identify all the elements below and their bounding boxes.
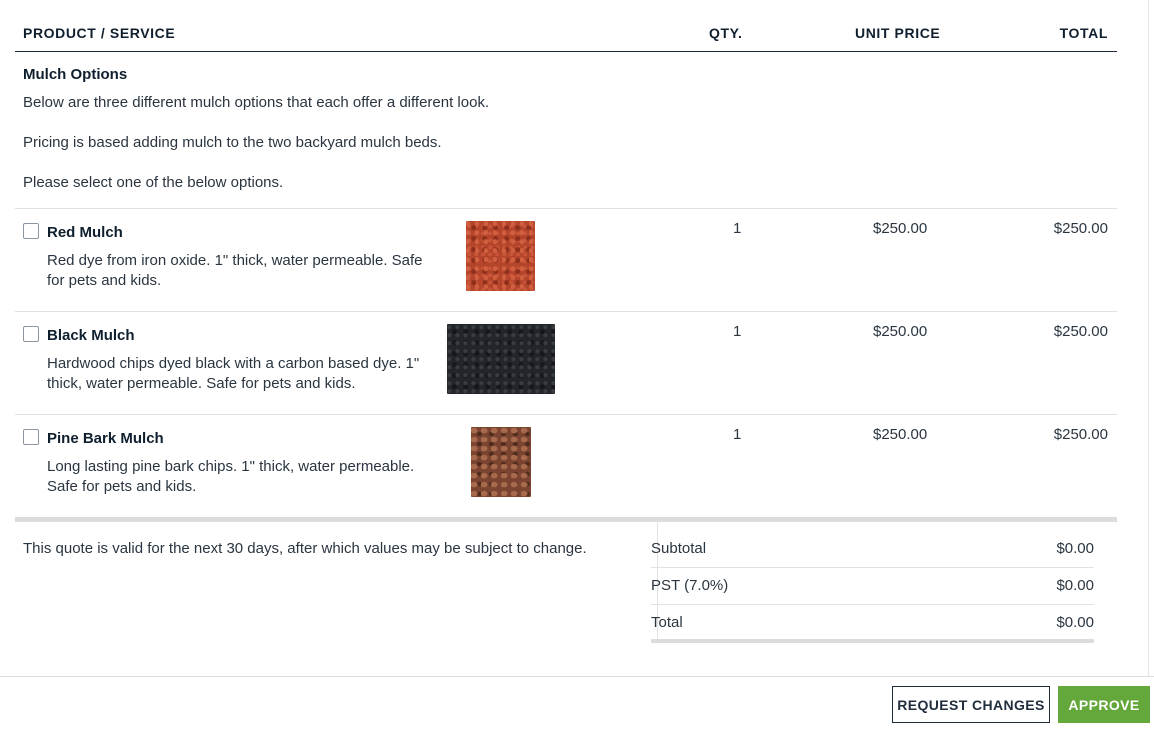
section-text: Below are three different mulch options …	[23, 94, 490, 111]
quote-page: PRODUCT / SERVICE QTY. UNIT PRICE TOTAL …	[0, 0, 1154, 730]
item-description: Long lasting pine bark chips. 1" thick, …	[47, 458, 415, 495]
red-mulch-image	[466, 221, 535, 291]
section-text: Pricing is based adding mulch to the two…	[23, 134, 442, 151]
item-total: $250.00	[1053, 220, 1108, 237]
item-qty: 1	[733, 323, 742, 340]
item-total: $250.00	[1053, 426, 1108, 443]
line-item-red-mulch: Red Mulch Red dye from iron oxide. 1" th…	[15, 208, 1117, 311]
header-unit-price: UNIT PRICE	[855, 25, 941, 41]
header-qty: QTY.	[709, 25, 743, 41]
section-title: Mulch Options	[23, 66, 128, 83]
approve-button[interactable]: APPROVE	[1058, 686, 1150, 723]
summary-value: $0.00	[1056, 540, 1094, 557]
quote-validity-note: This quote is valid for the next 30 days…	[23, 540, 587, 557]
action-bar: REQUEST CHANGES APPROVE	[0, 676, 1154, 730]
summary-total: Total $0.00	[651, 605, 1094, 642]
table-header: PRODUCT / SERVICE QTY. UNIT PRICE TOTAL	[15, 0, 1117, 52]
black-mulch-image	[447, 324, 555, 394]
item-qty: 1	[733, 220, 742, 237]
summary-label: Subtotal	[651, 540, 707, 557]
summary-value: $0.00	[1056, 577, 1094, 594]
item-qty: 1	[733, 426, 742, 443]
line-item-pine-bark-mulch: Pine Bark Mulch Long lasting pine bark c…	[15, 414, 1117, 517]
section-text: Please select one of the below options.	[23, 174, 284, 191]
summary-tax: PST (7.0%) $0.00	[651, 568, 1094, 605]
summary-value: $0.00	[1056, 614, 1094, 631]
item-unit-price: $250.00	[873, 426, 928, 443]
panel-edge	[1148, 0, 1149, 676]
line-item-black-mulch: Black Mulch Hardwood chips dyed black wi…	[15, 311, 1117, 414]
item-unit-price: $250.00	[873, 323, 928, 340]
totals-divider	[15, 517, 1117, 522]
request-changes-button[interactable]: REQUEST CHANGES	[892, 686, 1050, 723]
summary-label: PST (7.0%)	[651, 577, 729, 594]
item-name: Black Mulch	[47, 327, 135, 344]
item-total: $250.00	[1053, 323, 1108, 340]
item-description: Hardwood chips dyed black with a carbon …	[47, 355, 420, 392]
summary-bottom-rule	[651, 639, 1094, 643]
option-checkbox[interactable]	[23, 429, 39, 445]
header-product: PRODUCT / SERVICE	[23, 25, 176, 41]
header-total: TOTAL	[1059, 25, 1108, 41]
option-checkbox[interactable]	[23, 326, 39, 342]
item-unit-price: $250.00	[873, 220, 928, 237]
item-name: Pine Bark Mulch	[47, 430, 164, 447]
summary-label: Total	[651, 614, 683, 631]
option-checkbox[interactable]	[23, 223, 39, 239]
pine-bark-mulch-image	[471, 427, 531, 497]
summary-subtotal: Subtotal $0.00	[651, 531, 1094, 568]
item-name: Red Mulch	[47, 224, 123, 241]
item-description: Red dye from iron oxide. 1" thick, water…	[47, 252, 423, 289]
